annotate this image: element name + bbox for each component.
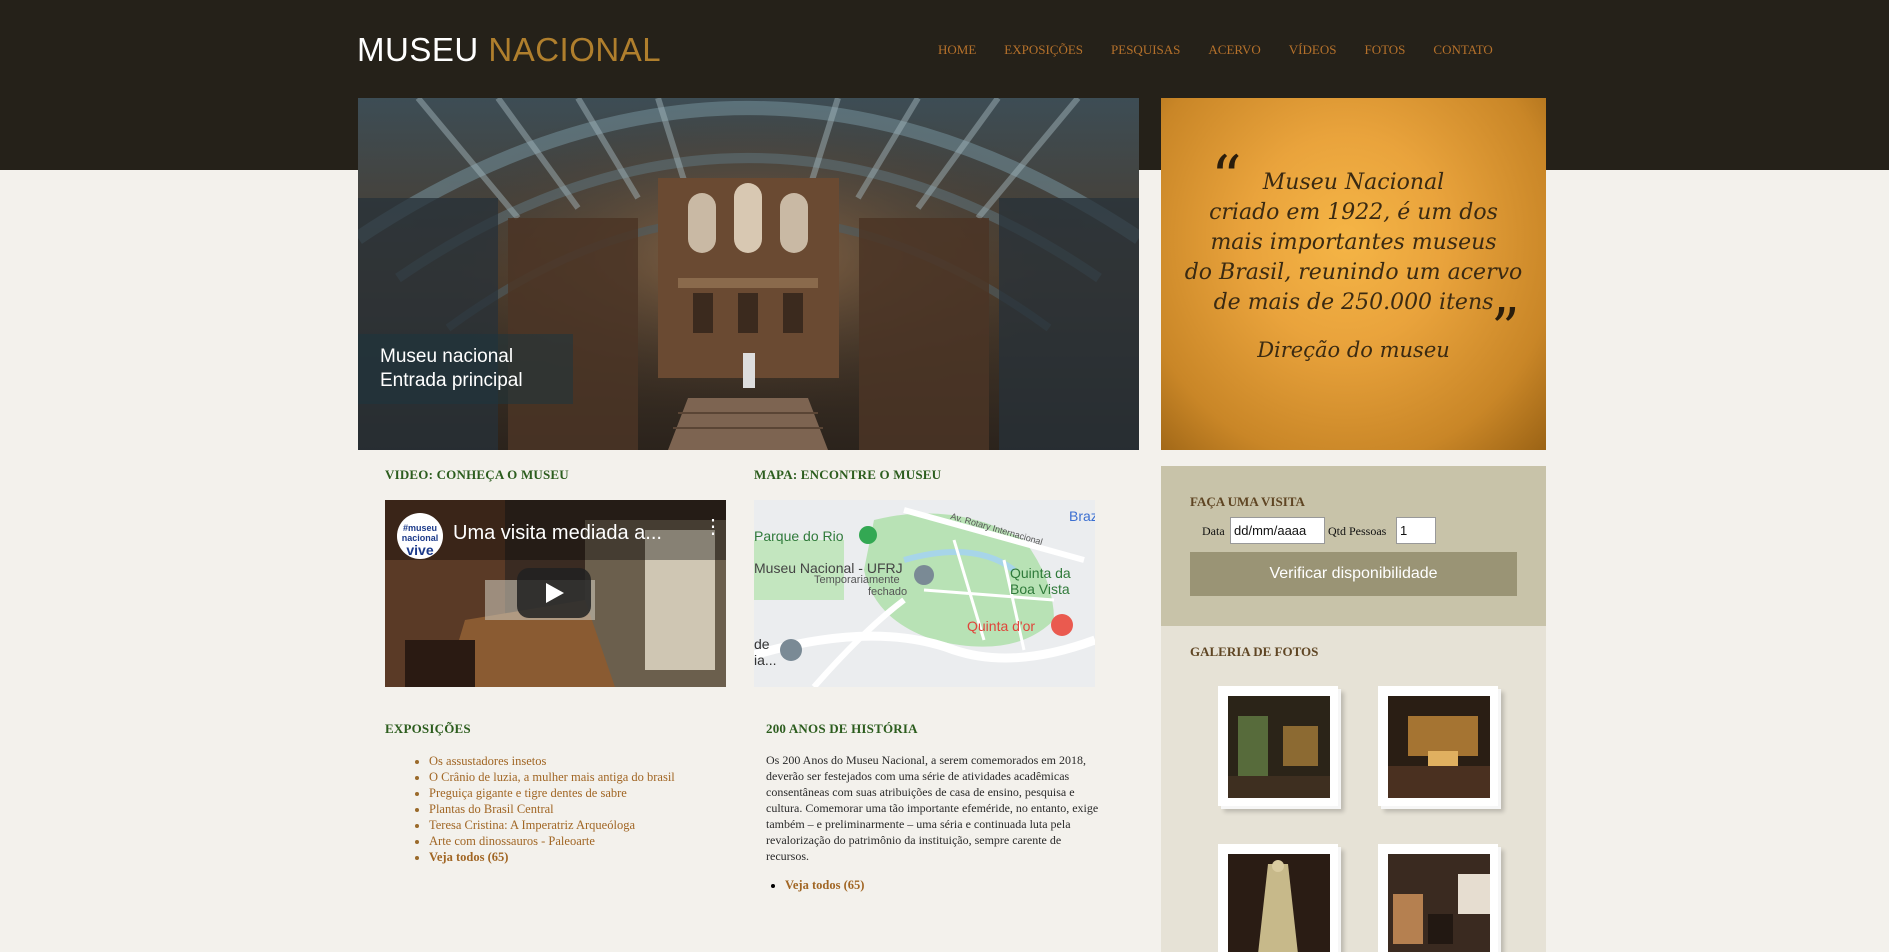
quote-line3: mais importantes museus <box>1210 230 1497 255</box>
historia-more-list: Veja todos (65) <box>785 878 864 893</box>
nav-fotos[interactable]: FOTOS <box>1364 41 1405 59</box>
historia-see-all-link[interactable]: Veja todos (65) <box>785 878 864 892</box>
exposicoes-see-all-link[interactable]: Veja todos (65) <box>429 850 508 864</box>
exposicao-link[interactable]: Os assustadores insetos <box>429 754 546 768</box>
play-button[interactable] <box>517 568 591 618</box>
map-section-title: MAPA: ENCONTRE O MUSEU <box>754 467 942 482</box>
gallery-photo-image <box>1228 854 1330 952</box>
visit-panel: FAÇA UMA VISITA Data dd/mm/aaaa Qtd Pess… <box>1161 466 1546 626</box>
list-item: Plantas do Brasil Central <box>429 801 675 817</box>
list-item: Teresa Cristina: A Imperatriz Arqueóloga <box>429 817 675 833</box>
hero-image: Museu nacional Entrada principal <box>358 98 1139 450</box>
exposicao-link[interactable]: Preguiça gigante e tigre dentes de sabre <box>429 786 627 800</box>
gallery-photo-image <box>1388 854 1490 952</box>
nav-acervo[interactable]: ACERVO <box>1208 41 1260 59</box>
nav-contato[interactable]: CONTATO <box>1433 41 1492 59</box>
exposicao-link[interactable]: O Crânio de luzia, a mulher mais antiga … <box>429 770 675 784</box>
embedded-map[interactable]: Parque do Rio Museu Nacional - UFRJ Temp… <box>754 500 1095 687</box>
video-section-title: VIDEO: CONHEÇA O MUSEU <box>385 467 569 482</box>
hero-caption-line2: Entrada principal <box>380 370 523 391</box>
channel-logo-line1: #museu <box>402 523 437 533</box>
nav-videos[interactable]: VÍDEOS <box>1289 41 1337 59</box>
map-label-quinta: Quinta da <box>1010 565 1071 581</box>
hero-caption-line1: Museu nacional <box>380 346 514 367</box>
exposicao-link[interactable]: Arte com dinossauros - Paleoarte <box>429 834 595 848</box>
map-label-quinta-dor: Quinta d'or <box>967 618 1036 634</box>
list-item: Arte com dinossauros - Paleoarte <box>429 833 675 849</box>
more-options-icon[interactable]: ⋮ <box>703 517 723 537</box>
quote-line5: de mais de 250.000 itens <box>1213 290 1494 315</box>
channel-logo[interactable]: #museu nacional vive <box>397 513 443 559</box>
quote-text: Museu Nacional criado em 1922, é um dos … <box>1181 168 1526 318</box>
logo-word-nacional: NACIONAL <box>488 31 662 68</box>
map-label-boa-vista: Boa Vista <box>1010 581 1070 597</box>
logo-word-museu: MUSEU <box>357 31 479 68</box>
exposicoes-title: EXPOSIÇÕES <box>385 721 471 736</box>
map-label-de: de <box>754 636 770 652</box>
gallery-photo[interactable] <box>1218 686 1338 806</box>
quote-line4: do Brasil, reunindo um acervo <box>1184 260 1523 285</box>
quote-signature: Direção do museu <box>1257 338 1450 362</box>
video-player[interactable]: #museu nacional vive Uma visita mediada … <box>385 500 726 687</box>
gallery-photo[interactable] <box>1378 844 1498 952</box>
check-availability-button[interactable]: Verificar disponibilidade <box>1190 552 1517 596</box>
map-label-fechado: fechado <box>868 586 908 598</box>
site-logo[interactable]: MUSEU NACIONAL <box>357 30 661 70</box>
quote-line1: Museu Nacional <box>1262 170 1445 195</box>
hero-caption: Museu nacional Entrada principal <box>358 334 573 404</box>
list-item: Veja todos (65) <box>429 849 675 865</box>
exposicao-link[interactable]: Teresa Cristina: A Imperatriz Arqueóloga <box>429 818 635 832</box>
map-label-parque: Parque do Rio <box>754 528 844 544</box>
main-nav: HOME EXPOSIÇÕES PESQUISAS ACERVO VÍDEOS … <box>938 41 1521 59</box>
historia-text: Os 200 Anos do Museu Nacional, a serem c… <box>766 753 1099 863</box>
list-item: Veja todos (65) <box>785 878 864 893</box>
gallery-panel: GALERIA DE FOTOS <box>1161 626 1546 952</box>
gallery-photo[interactable] <box>1218 844 1338 952</box>
gallery-photo-image <box>1228 696 1330 798</box>
map-label-temp: Temporariamente <box>814 574 900 586</box>
qty-label: Qtd Pessoas <box>1328 524 1387 538</box>
nav-pesquisas[interactable]: PESQUISAS <box>1111 41 1180 59</box>
quote-line2: criado em 1922, é um dos <box>1209 200 1498 225</box>
list-item: O Crânio de luzia, a mulher mais antiga … <box>429 769 675 785</box>
nav-exposicoes[interactable]: EXPOSIÇÕES <box>1004 41 1083 59</box>
qty-input[interactable]: 1 <box>1396 517 1436 544</box>
map-label-ia: ia... <box>754 652 777 668</box>
historia-title: 200 ANOS DE HISTÓRIA <box>766 721 918 736</box>
nav-home[interactable]: HOME <box>938 41 976 59</box>
visit-title: FAÇA UMA VISITA <box>1190 494 1305 509</box>
gallery-photo-image <box>1388 696 1490 798</box>
exposicao-link[interactable]: Plantas do Brasil Central <box>429 802 554 816</box>
channel-logo-line3: vive <box>406 542 434 558</box>
video-title[interactable]: Uma visita mediada a... <box>453 522 662 545</box>
gallery-title: GALERIA DE FOTOS <box>1190 644 1319 659</box>
list-item: Preguiça gigante e tigre dentes de sabre <box>429 785 675 801</box>
list-item: Os assustadores insetos <box>429 753 675 769</box>
map-label-braz: Braz <box>1069 508 1095 524</box>
quote-panel: “ Museu Nacional criado em 1922, é um do… <box>1161 98 1546 450</box>
date-input[interactable]: dd/mm/aaaa <box>1230 517 1325 544</box>
date-label: Data <box>1202 524 1225 538</box>
gallery-photo[interactable] <box>1378 686 1498 806</box>
exposicoes-list: Os assustadores insetos O Crânio de luzi… <box>429 753 675 865</box>
